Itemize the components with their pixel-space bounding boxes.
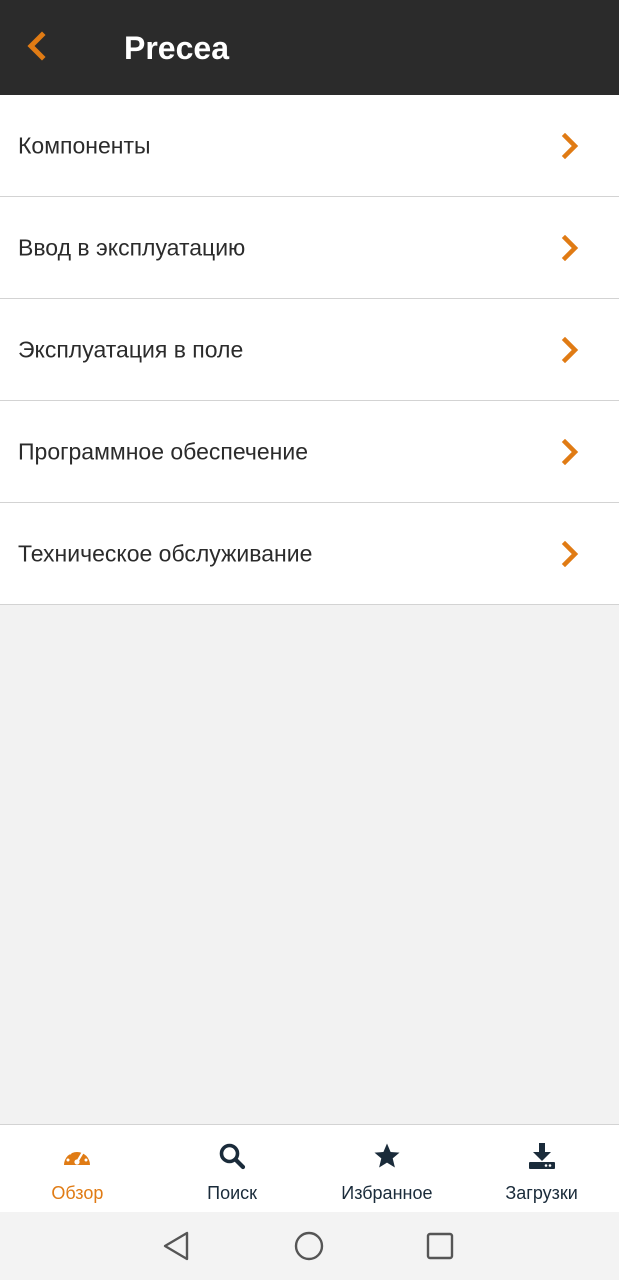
system-nav-bar (0, 1212, 619, 1280)
system-recents-button[interactable] (422, 1228, 458, 1264)
tab-search[interactable]: Поиск (155, 1125, 310, 1212)
menu-item-maintenance[interactable]: Техническое обслуживание (0, 503, 619, 605)
page-title: Precea (124, 30, 229, 66)
dashboard-icon (62, 1141, 92, 1171)
chevron-right-icon (559, 132, 581, 159)
menu-item-label: Ввод в эксплуатацию (18, 234, 246, 260)
screen: Precea Компоненты Ввод в эксплуатацию Эк… (0, 0, 619, 1280)
menu-item-label: Компоненты (18, 132, 151, 158)
menu-item-label: Техническое обслуживание (18, 540, 313, 566)
back-triangle-icon (163, 1231, 189, 1261)
star-icon (372, 1141, 402, 1171)
tab-label: Поиск (207, 1183, 258, 1203)
system-home-button[interactable] (291, 1228, 327, 1264)
menu-item-commissioning[interactable]: Ввод в эксплуатацию (0, 197, 619, 299)
chevron-right-icon (559, 438, 581, 465)
tab-label: Обзор (51, 1183, 104, 1203)
menu-item-software[interactable]: Программное обеспечение (0, 401, 619, 503)
menu-item-components[interactable]: Компоненты (0, 95, 619, 197)
chevron-left-icon (27, 31, 46, 61)
chevron-right-icon (559, 336, 581, 363)
recents-square-icon (426, 1232, 454, 1260)
tab-overview[interactable]: Обзор (0, 1125, 155, 1212)
tab-favorites[interactable]: Избранное (310, 1125, 465, 1212)
menu-list: Компоненты Ввод в эксплуатацию Эксплуата… (0, 95, 619, 605)
bottom-nav: Обзор Поиск Избранное Загрузки (0, 1124, 619, 1212)
tab-downloads[interactable]: Загрузки (464, 1125, 619, 1212)
system-back-button[interactable] (158, 1228, 194, 1264)
menu-item-label: Программное обеспечение (18, 438, 308, 464)
chevron-right-icon (559, 540, 581, 567)
search-icon (217, 1141, 247, 1171)
tab-label: Загрузки (505, 1183, 578, 1203)
app-bar: Precea (0, 0, 619, 95)
home-circle-icon (294, 1231, 324, 1261)
tab-label: Избранное (341, 1183, 433, 1203)
chevron-right-icon (559, 234, 581, 261)
back-button[interactable] (14, 26, 58, 66)
download-icon (527, 1141, 557, 1171)
menu-item-label: Эксплуатация в поле (18, 336, 244, 362)
menu-item-field-operation[interactable]: Эксплуатация в поле (0, 299, 619, 401)
